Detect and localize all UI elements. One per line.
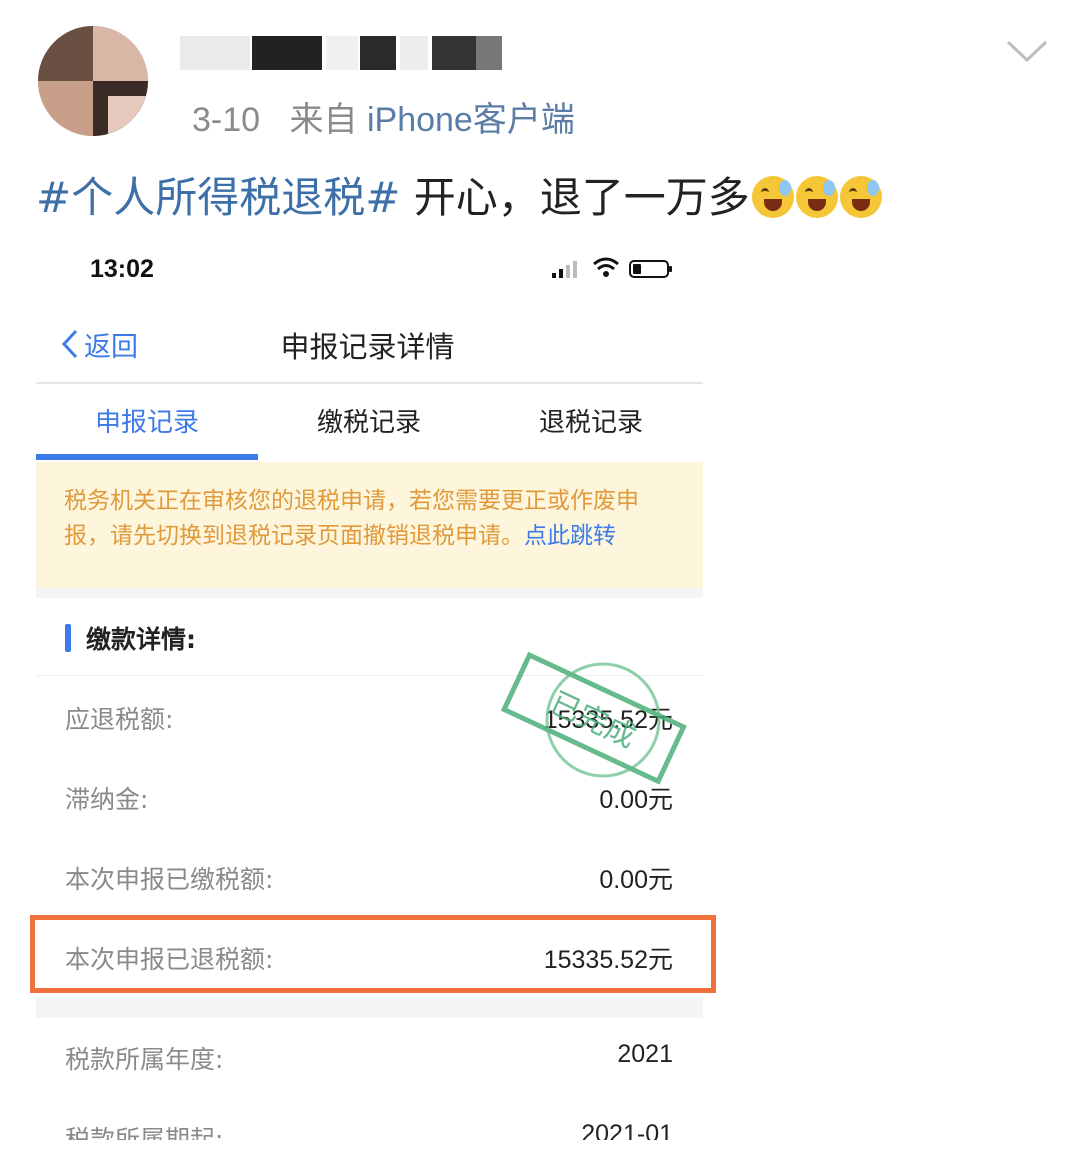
detail-row: 税款所属年度: 2021 [36,1018,703,1098]
tab-bar: 申报记录 缴税记录 退税记录 [36,386,703,462]
row-label: 税款所属年度: [65,1045,224,1074]
tab-payment-records[interactable]: 缴税记录 [258,386,480,462]
crying-laughing-emoji-icon [839,176,882,218]
section-accent-bar [65,624,71,652]
hashtag-link[interactable]: #个人所得税退税# [36,173,400,222]
crying-laughing-emoji-icon [751,176,794,218]
row-value: 2021-01 [581,1120,673,1140]
post-text: #个人所得税退税# 开心，退了一万多 [36,170,882,226]
highlight-box [30,915,716,993]
signal-icon [552,261,577,278]
battery-icon [629,260,672,278]
notice-banner: 税务机关正在审核您的退税申请，若您需要更正或作废申报，请先切换到退税记录页面撤销… [36,462,703,588]
notice-jump-link[interactable]: 点此跳转 [524,523,616,549]
row-label: 滞纳金: [65,785,149,814]
stamp-text: 已完成 [545,686,641,756]
section-divider [36,998,703,1018]
row-label: 税款所属期起: [65,1125,224,1140]
row-value: 0.00元 [599,866,673,894]
row-value: 2021 [617,1040,673,1068]
avatar[interactable] [38,26,148,136]
section-divider [36,588,703,598]
post-source-prefix: 来自 [289,101,358,139]
wifi-icon [593,257,619,277]
post-meta: 3-10 来自 iPhone客户端 [192,98,575,142]
section-title: 缴款详情: [86,625,196,654]
crying-laughing-emoji-icon [795,176,838,218]
nav-bar: 返回 申报记录详情 [36,302,703,384]
tab-refund-records[interactable]: 退税记录 [480,386,702,462]
status-bar: 13:02 [36,240,703,302]
detail-row: 本次申报已缴税额: 0.00元 [36,838,703,918]
chevron-down-icon[interactable] [1004,36,1050,66]
page-title: 申报记录详情 [280,330,455,364]
username-redacted[interactable] [180,32,510,74]
post-source-client[interactable]: iPhone客户端 [367,101,575,139]
status-time: 13:02 [90,255,154,283]
attached-screenshot[interactable]: 13:02 返回 申报记录详情 申报记录 缴税记录 退税记录 税务机关正在审核您… [36,240,703,1140]
row-label: 应退税额: [65,705,174,734]
completed-stamp: 已完成 [500,651,687,785]
detail-row: 税款所属期起: 2021-01 [36,1098,703,1140]
post-date: 3-10 [192,101,261,139]
row-label: 本次申报已缴税额: [65,865,274,894]
active-tab-indicator [36,454,258,460]
post-body: 开心，退了一万多 [400,173,750,222]
tab-declaration-records[interactable]: 申报记录 [36,386,258,462]
